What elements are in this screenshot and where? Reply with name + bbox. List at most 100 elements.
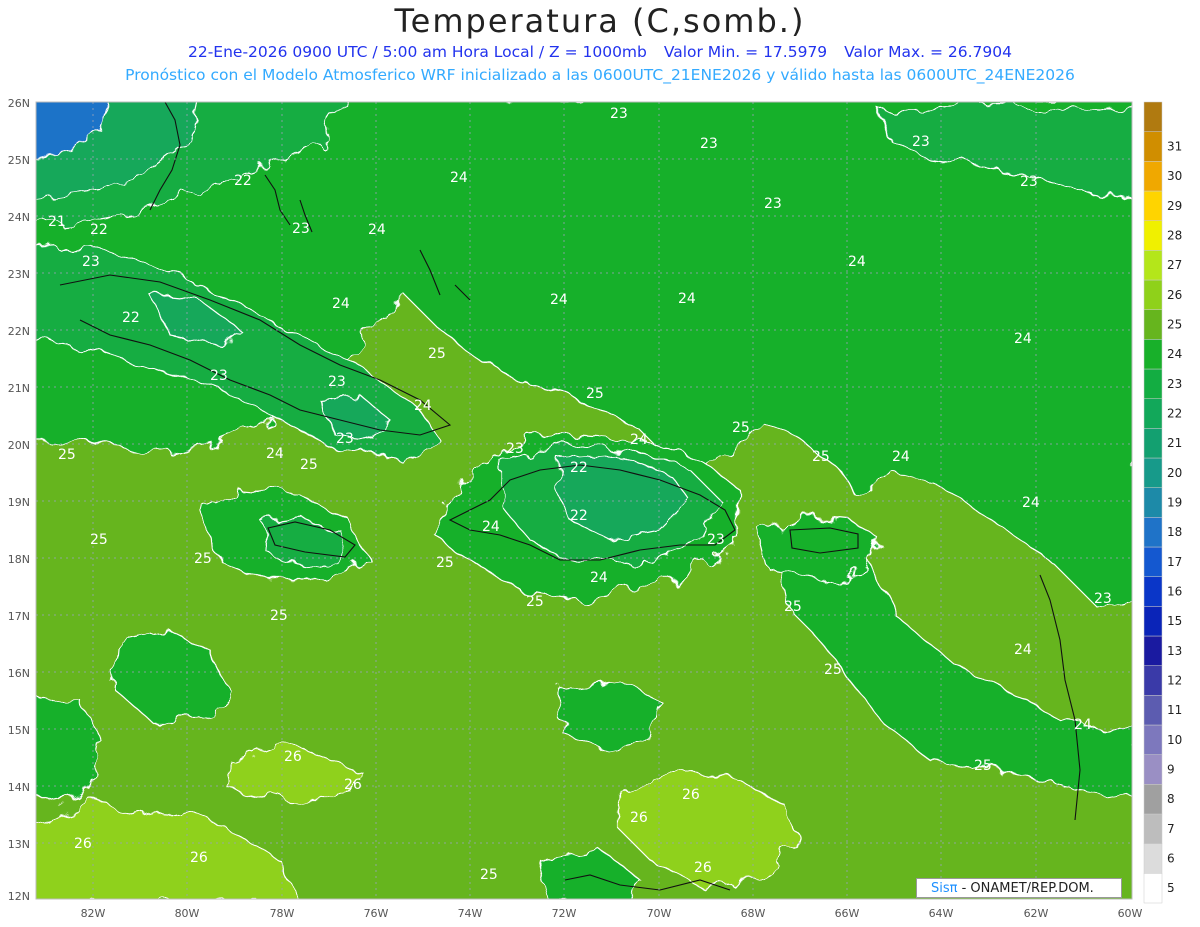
lat-label: 15N [8, 724, 30, 737]
lat-axis-labels: 26N 25N 24N 23N 22N 21N 20N 19N 18N 17N … [8, 97, 30, 903]
colorbar-swatch [1143, 250, 1163, 281]
contour-label-25: 25 [194, 551, 212, 567]
contour-label-24: 24 [482, 519, 500, 535]
lon-axis-labels: 82W 80W 78W 76W 74W 72W 70W 68W 66W 64W … [81, 907, 1143, 920]
lat-label: 26N [8, 97, 30, 110]
colorbar-label: 13 [1167, 644, 1182, 658]
contour-label-24: 24 [892, 449, 910, 465]
lon-label: 64W [929, 907, 954, 920]
colorbar-label: 20 [1167, 466, 1182, 480]
colorbar-label: 18 [1167, 525, 1182, 539]
colorbar-swatch [1143, 131, 1163, 162]
colorbar-label: 12 [1167, 674, 1182, 688]
colorbar-label: 17 [1167, 555, 1182, 569]
contour-label-22: 22 [90, 222, 108, 238]
contour-label-24: 24 [550, 292, 568, 308]
contour-label-25: 25 [428, 346, 446, 362]
contour-label-23: 23 [707, 532, 725, 548]
colorbar-label: 5 [1167, 881, 1175, 895]
lon-label: 62W [1024, 907, 1049, 920]
colorbar-label: 24 [1167, 347, 1182, 361]
colorbar-swatch [1143, 517, 1163, 548]
contour-label-26: 26 [190, 850, 208, 866]
lat-label: 18N [8, 553, 30, 566]
colorbar-label: 21 [1167, 436, 1182, 450]
contour-label-23: 23 [912, 134, 930, 150]
colorbar-label: 26 [1167, 288, 1182, 302]
colorbar-swatch [1143, 695, 1163, 726]
lat-label: 12N [8, 890, 30, 903]
contour-label-26: 26 [344, 777, 362, 793]
colorbar-swatch [1143, 724, 1163, 755]
contour-label-22: 22 [570, 460, 588, 476]
lat-label: 25N [8, 154, 30, 167]
colorbar-label: 7 [1167, 822, 1175, 836]
contour-label-25: 25 [270, 608, 288, 624]
colorbar-label: 9 [1167, 763, 1175, 777]
credit-brand: Sisπ [931, 881, 958, 896]
colorbar-label: 27 [1167, 258, 1182, 272]
contour-label-25: 25 [586, 386, 604, 402]
colorbar-swatch [1143, 784, 1163, 815]
contour-label-24: 24 [1074, 717, 1092, 733]
lat-label: 24N [8, 211, 30, 224]
colorbar-label: 10 [1167, 733, 1182, 747]
colorbar-swatch [1143, 546, 1163, 577]
colorbar-swatch [1143, 576, 1163, 607]
lat-label: 17N [8, 610, 30, 623]
contour-label-22: 22 [570, 508, 588, 524]
lon-label: 66W [835, 907, 860, 920]
contour-label-25: 25 [812, 449, 830, 465]
contour-label-25: 25 [824, 662, 842, 678]
contour-label-25: 25 [300, 457, 318, 473]
contour-label-24: 24 [266, 446, 284, 462]
colorbar-label: 19 [1167, 496, 1182, 510]
colorbar-swatch [1143, 813, 1163, 844]
contour-label-25: 25 [58, 447, 76, 463]
colorbar-swatch [1143, 754, 1163, 785]
contour-label-26: 26 [694, 860, 712, 876]
contour-label-25: 25 [526, 594, 544, 610]
lat-label: 16N [8, 667, 30, 680]
colorbar-swatch [1143, 665, 1163, 696]
colorbar-swatch [1143, 398, 1163, 429]
colorbar-swatch [1143, 368, 1163, 399]
colorbar-label: 23 [1167, 377, 1182, 391]
colorbar-swatch [1143, 606, 1163, 637]
contour-label-23: 23 [610, 106, 628, 122]
contour-label-23: 23 [336, 431, 354, 447]
contour-label-24: 24 [590, 570, 608, 586]
lat-label: 19N [8, 496, 30, 509]
lat-label: 21N [8, 382, 30, 395]
contour-label-24: 24 [450, 170, 468, 186]
contour-label-25: 25 [436, 555, 454, 571]
credit-box: Sisπ - ONAMET/REP.DOM. [916, 878, 1122, 898]
colorbar-label: 29 [1167, 199, 1182, 213]
contour-label-23: 23 [292, 221, 310, 237]
contour-label-23: 23 [700, 136, 718, 152]
contour-label-23: 23 [82, 254, 100, 270]
colorbar-swatch [1143, 843, 1163, 874]
lat-label: 23N [8, 268, 30, 281]
colorbar-swatch [1143, 635, 1163, 666]
contour-label-23: 23 [210, 368, 228, 384]
colorbar-swatch [1143, 101, 1163, 132]
colorbar-swatch [1143, 190, 1163, 221]
contour-label-23: 23 [328, 374, 346, 390]
lon-label: 74W [458, 907, 483, 920]
colorbar-label: 22 [1167, 407, 1182, 421]
lon-label: 78W [270, 907, 295, 920]
colorbar-swatch [1143, 457, 1163, 488]
lon-label: 70W [647, 907, 672, 920]
contour-label-24: 24 [368, 222, 386, 238]
colorbar-swatch [1143, 220, 1163, 251]
lon-label: 60W [1118, 907, 1143, 920]
contour-label-23: 23 [1020, 174, 1038, 190]
contour-label-26: 26 [682, 787, 700, 803]
credit-text: - ONAMET/REP.DOM. [957, 881, 1094, 896]
contour-label-25: 25 [732, 420, 750, 436]
colorbar-label: 8 [1167, 792, 1175, 806]
colorbar-label: 11 [1167, 703, 1182, 717]
lat-label: 13N [8, 838, 30, 851]
colorbar-label: 16 [1167, 585, 1182, 599]
